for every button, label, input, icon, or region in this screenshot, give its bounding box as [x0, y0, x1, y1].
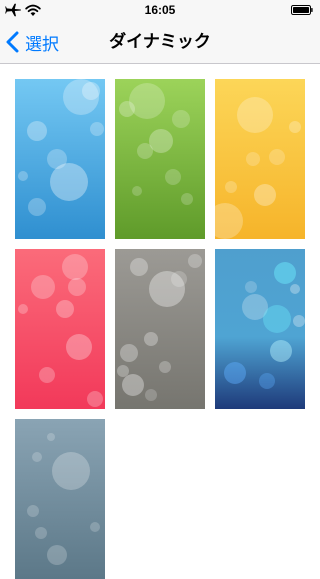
status-time: 16:05 [144, 3, 176, 17]
wallpaper-tile-blue[interactable] [15, 79, 105, 239]
chevron-left-icon [6, 31, 19, 53]
back-button[interactable]: 選択 [6, 20, 59, 64]
wallpaper-image-gray [115, 249, 205, 409]
status-bar: 16:05 [0, 0, 320, 20]
wallpaper-tile-gray[interactable] [115, 249, 205, 409]
wallpaper-tile-blue-cyan[interactable] [215, 249, 305, 409]
wallpaper-image-blue [15, 79, 105, 239]
wallpaper-image-green [115, 79, 205, 239]
wallpaper-image-slate [15, 419, 105, 579]
wallpaper-tile-yellow[interactable] [215, 79, 305, 239]
back-button-label: 選択 [25, 34, 59, 55]
wallpaper-image-blue-cyan [215, 249, 305, 409]
wallpaper-tile-red[interactable] [15, 249, 105, 409]
navigation-bar: 選択 ダイナミック [0, 20, 320, 64]
wallpaper-tile-green[interactable] [115, 79, 205, 239]
page-title: ダイナミック [109, 32, 211, 52]
wallpaper-image-red [15, 249, 105, 409]
wallpaper-image-yellow [215, 79, 305, 239]
battery-icon [291, 5, 313, 15]
wallpaper-tile-slate[interactable] [15, 419, 105, 579]
wallpaper-grid [0, 64, 320, 579]
